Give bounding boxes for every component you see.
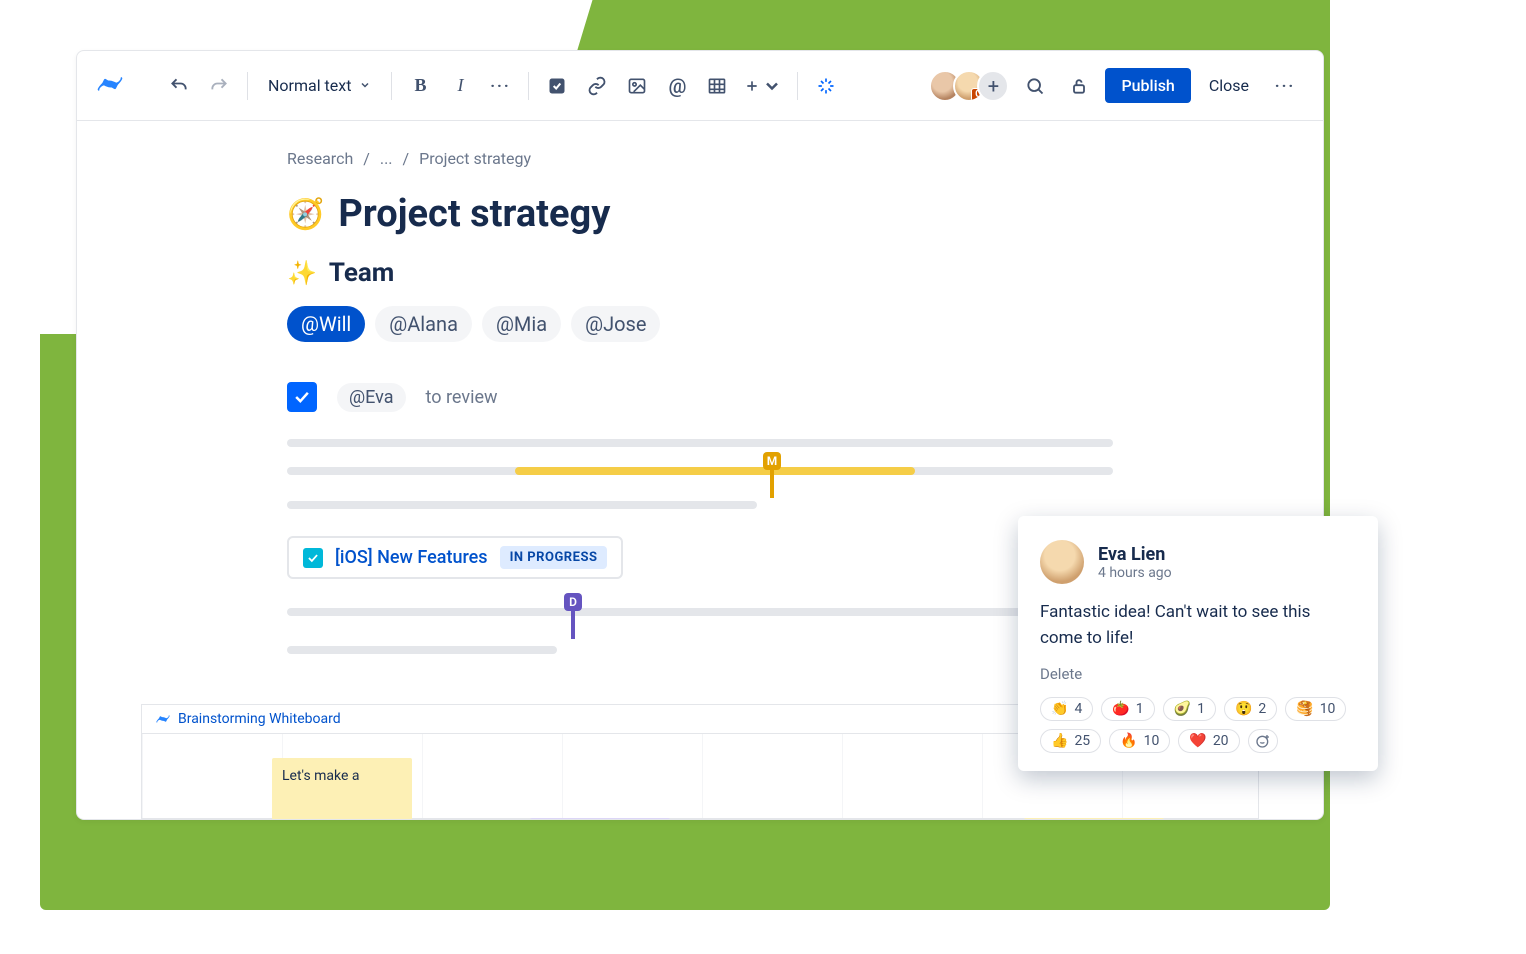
section-icon: ✨ <box>287 259 317 287</box>
timeline-marker-d[interactable]: D <box>564 593 582 611</box>
add-reaction-button[interactable] <box>1248 729 1278 753</box>
task-mention[interactable]: @Eva <box>337 383 406 412</box>
editor-toolbar: Normal text B I ··· @ <box>77 51 1323 121</box>
presence-avatars: C + <box>937 70 1009 102</box>
confluence-small-icon <box>156 712 170 726</box>
breadcrumb-current: Project strategy <box>419 149 531 168</box>
more-actions-button[interactable]: ··· <box>1267 68 1303 104</box>
issue-status: IN PROGRESS <box>500 546 608 569</box>
reaction-thumbsup[interactable]: 👍25 <box>1040 729 1101 753</box>
insert-button[interactable] <box>739 68 787 104</box>
breadcrumb: Research / ... / Project strategy <box>287 149 1113 168</box>
comment-body: Fantastic idea! Can't wait to see this c… <box>1040 600 1356 651</box>
more-formatting-button[interactable]: ··· <box>482 68 518 104</box>
table-button[interactable] <box>699 68 735 104</box>
comment-time: 4 hours ago <box>1098 565 1172 581</box>
breadcrumb-root[interactable]: Research <box>287 149 353 168</box>
timeline-row-3 <box>287 498 1113 512</box>
add-collaborator-button[interactable]: + <box>977 70 1009 102</box>
publish-button[interactable]: Publish <box>1105 68 1190 103</box>
close-button[interactable]: Close <box>1199 68 1259 103</box>
comment-card: Eva Lien 4 hours ago Fantastic idea! Can… <box>1018 516 1378 771</box>
breadcrumb-mid[interactable]: ... <box>380 149 393 168</box>
reaction-fire[interactable]: 🔥10 <box>1109 729 1170 753</box>
timeline-row-2: M <box>287 464 1113 478</box>
sticky-note-3[interactable] <box>1024 818 1164 820</box>
whiteboard-title: Brainstorming Whiteboard <box>178 711 341 727</box>
timeline-row-4: D <box>287 605 1113 619</box>
task-row: @Eva to review <box>287 382 1113 412</box>
mention-will[interactable]: @Will <box>287 306 365 342</box>
reaction-tomato[interactable]: 🍅1 <box>1101 697 1154 721</box>
confluence-logo-icon[interactable] <box>97 71 123 101</box>
ai-button[interactable] <box>808 68 844 104</box>
reaction-wow[interactable]: 😲2 <box>1224 697 1277 721</box>
bold-button[interactable]: B <box>402 68 438 104</box>
sticky-note-1[interactable]: Let's make a <box>272 758 412 820</box>
task-checkbox[interactable] <box>287 382 317 412</box>
timeline-row-5 <box>287 643 1113 657</box>
restrictions-button[interactable] <box>1061 68 1097 104</box>
text-style-label: Normal text <box>268 76 351 95</box>
task-label: to review <box>426 387 498 408</box>
reactions-row: 👏4 🍅1 🥑1 😲2 🥞10 👍25 🔥10 ❤️20 <box>1040 697 1356 753</box>
comment-delete-button[interactable]: Delete <box>1040 665 1356 683</box>
section-title[interactable]: Team <box>329 258 394 288</box>
issue-title: [iOS] New Features <box>335 547 488 568</box>
action-item-button[interactable] <box>539 68 575 104</box>
text-style-dropdown[interactable]: Normal text <box>258 68 381 104</box>
mention-mia[interactable]: @Mia <box>482 306 561 342</box>
reaction-clap[interactable]: 👏4 <box>1040 697 1093 721</box>
link-button[interactable] <box>579 68 615 104</box>
reaction-pancakes[interactable]: 🥞10 <box>1285 697 1346 721</box>
page-title-icon: 🧭 <box>287 197 324 232</box>
reaction-avocado[interactable]: 🥑1 <box>1163 697 1216 721</box>
image-button[interactable] <box>619 68 655 104</box>
italic-button[interactable]: I <box>442 68 478 104</box>
sticky-note-2[interactable] <box>530 818 670 820</box>
search-button[interactable] <box>1017 68 1053 104</box>
chevron-down-icon <box>359 76 371 95</box>
page-title[interactable]: Project strategy <box>338 192 610 236</box>
team-mentions: @Will @Alana @Mia @Jose <box>287 306 1113 342</box>
mention-jose[interactable]: @Jose <box>571 306 660 342</box>
redo-button[interactable] <box>201 68 237 104</box>
comment-avatar[interactable] <box>1040 540 1084 584</box>
issue-checkbox-icon <box>303 548 323 568</box>
undo-button[interactable] <box>161 68 197 104</box>
issue-card[interactable]: [iOS] New Features IN PROGRESS <box>287 536 623 579</box>
reaction-heart[interactable]: ❤️20 <box>1178 729 1239 753</box>
timeline-marker-m[interactable]: M <box>763 452 781 470</box>
mention-alana[interactable]: @Alana <box>375 306 472 342</box>
mention-button[interactable]: @ <box>659 68 695 104</box>
timeline-row-1 <box>287 436 1113 450</box>
comment-author: Eva Lien <box>1098 544 1172 565</box>
